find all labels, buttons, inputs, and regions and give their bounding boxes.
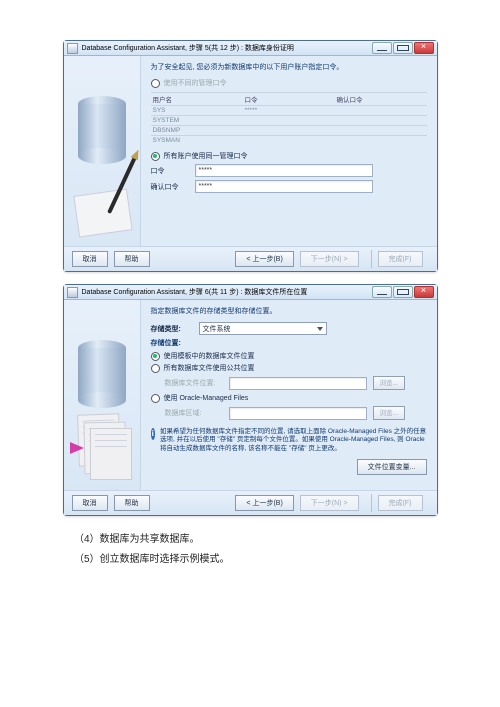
cancel-button[interactable]: 取消: [72, 495, 108, 511]
button-bar: 取消 帮助 < 上一步(B) 下一步(N) > 完成(F): [64, 246, 437, 271]
titlebar[interactable]: Database Configuration Assistant, 步骤 6(共…: [64, 285, 437, 300]
confirm-password-input[interactable]: *****: [195, 180, 373, 193]
col-user: 用户名: [151, 92, 243, 105]
side-illustration: [64, 300, 141, 490]
next-button[interactable]: 下一步(N) >: [300, 495, 359, 511]
window-title: Database Configuration Assistant, 步骤 5(共…: [82, 43, 371, 53]
info-icon: i: [151, 428, 155, 440]
radio-same-password[interactable]: 所有账户使用同一管理口令: [151, 151, 427, 161]
table-row: DBSNMP: [151, 125, 243, 135]
page-hint: 指定数据库文件的存储类型和存储位置。: [151, 306, 427, 316]
back-button[interactable]: < 上一步(B): [235, 251, 293, 267]
next-button[interactable]: 下一步(N) >: [300, 251, 359, 267]
db-area-label: 数据库区域:: [165, 408, 229, 418]
radio-icon: [151, 79, 160, 88]
maximize-icon[interactable]: [393, 42, 413, 54]
info-note: i 如果希望为任何数据库文件指定不同的位置, 请选取上面除 Oracle-Man…: [151, 428, 427, 453]
chevron-down-icon: [317, 327, 323, 331]
storage-type-combo[interactable]: 文件系统: [199, 322, 327, 335]
minimize-icon[interactable]: [372, 286, 392, 298]
close-icon[interactable]: [414, 286, 434, 298]
app-icon: [67, 43, 78, 54]
radio-omf[interactable]: 使用 Oracle-Managed Files: [151, 393, 427, 403]
col-confirm: 确认口令: [335, 92, 427, 105]
window-title: Database Configuration Assistant, 步骤 6(共…: [82, 287, 371, 297]
app-icon: [67, 287, 78, 298]
password-input[interactable]: *****: [195, 164, 373, 177]
maximize-icon[interactable]: [393, 286, 413, 298]
file-location-vars-button[interactable]: 文件位置变量...: [357, 459, 427, 475]
db-file-location-label: 数据库文件位置:: [165, 378, 229, 388]
storage-location-label: 存储位置:: [151, 338, 427, 348]
table-row: SYSMAN: [151, 135, 243, 145]
password-label: 口令: [151, 166, 195, 176]
radio-template-location[interactable]: 使用模板中的数据库文件位置: [151, 351, 427, 361]
col-pass: 口令: [243, 92, 335, 105]
note-4: （4）数据库为共享数据库。: [74, 530, 456, 550]
button-bar: 取消 帮助 < 上一步(B) 下一步(N) > 完成(F): [64, 490, 437, 515]
browse-button: 浏览...: [373, 376, 405, 390]
radio-common-location[interactable]: 所有数据库文件使用公共位置: [151, 363, 427, 373]
radio-icon: [151, 394, 160, 403]
browse-button: 浏览...: [373, 406, 405, 420]
arrow-icon: [70, 442, 84, 454]
table-row: SYS: [151, 105, 243, 115]
close-icon[interactable]: [414, 42, 434, 54]
back-button[interactable]: < 上一步(B): [235, 495, 293, 511]
passwords-table: 用户名 口令 确认口令 SYS ***** SYSTEM: [151, 92, 427, 145]
help-button[interactable]: 帮助: [114, 495, 150, 511]
minimize-icon[interactable]: [372, 42, 392, 54]
note-5: （5）创立数据库时选择示例模式。: [74, 550, 456, 570]
db-area-input: [229, 407, 367, 420]
page-hint: 为了安全起见, 您必须为新数据库中的以下用户账户指定口令。: [151, 62, 427, 72]
db-file-location-input: [229, 377, 367, 390]
finish-button[interactable]: 完成(F): [378, 251, 423, 267]
side-illustration: [64, 56, 141, 246]
radio-icon: [151, 352, 160, 361]
radio-different-passwords[interactable]: 使用不同的管理口令: [151, 78, 427, 88]
window-step-5: Database Configuration Assistant, 步骤 5(共…: [63, 40, 438, 272]
table-row: SYSTEM: [151, 115, 243, 125]
radio-icon: [151, 152, 160, 161]
finish-button[interactable]: 完成(F): [378, 495, 423, 511]
window-step-6: Database Configuration Assistant, 步骤 6(共…: [63, 284, 438, 516]
radio-icon: [151, 364, 160, 373]
document-notes: （4）数据库为共享数据库。 （5）创立数据库时选择示例模式。: [74, 530, 456, 570]
titlebar[interactable]: Database Configuration Assistant, 步骤 5(共…: [64, 41, 437, 56]
help-button[interactable]: 帮助: [114, 251, 150, 267]
storage-type-label: 存储类型:: [151, 324, 199, 334]
cancel-button[interactable]: 取消: [72, 251, 108, 267]
confirm-password-label: 确认口令: [151, 182, 195, 192]
